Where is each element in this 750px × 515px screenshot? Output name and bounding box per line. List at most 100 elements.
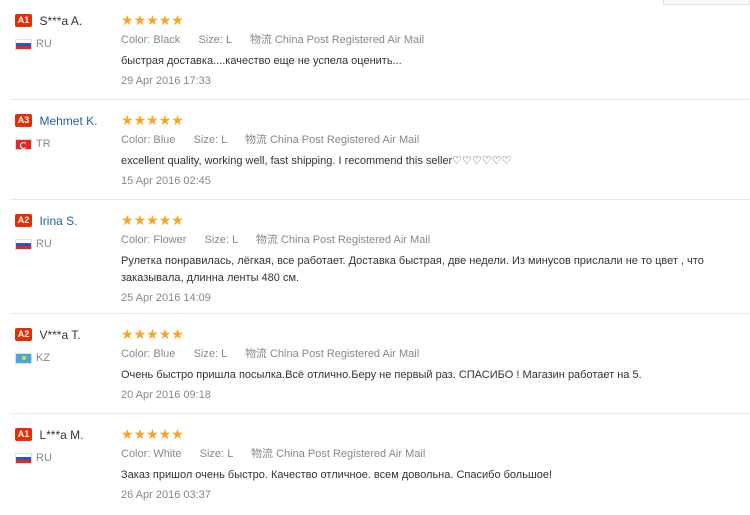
star-rating: ★★★★★: [121, 112, 746, 128]
star-icon: ★: [121, 112, 134, 128]
color-label: Color:: [121, 34, 151, 46]
size-value: L: [221, 134, 227, 146]
review-date: 20 Apr 2016 09:18: [121, 389, 211, 401]
review-text: быстрая доставка....качество еще не успе…: [121, 55, 402, 67]
buyer-level-badge: A2: [15, 214, 32, 228]
review-item: A2 V***a T. KZ ★★★★★ Color: Blue Size: L…: [10, 314, 750, 414]
star-icon: ★: [171, 112, 184, 128]
color-value: Black: [153, 34, 181, 46]
reviewer-info: A1 S***a A. RU: [15, 12, 115, 50]
reviewer-country: RU: [15, 452, 115, 464]
buyer-level-badge: A3: [15, 114, 32, 128]
color-value: Blue: [153, 134, 176, 146]
buyer-level-badge: A1: [15, 428, 32, 442]
star-icon: ★: [121, 212, 134, 228]
color-label: Color:: [121, 134, 151, 146]
size-value: L: [225, 34, 232, 46]
review-content: ★★★★★ Color: Flower Size: L 物流 China Pos…: [121, 212, 746, 304]
star-icon: ★: [158, 212, 172, 228]
color-value: Flower: [153, 234, 187, 246]
reviewer-name: V***a T.: [39, 327, 81, 342]
size-label: Size:: [193, 134, 219, 146]
size-value: L: [227, 448, 233, 460]
review-content: ★★★★★ Color: Blue Size: L 物流 China Post …: [121, 326, 746, 401]
star-rating: ★★★★★: [121, 426, 746, 442]
star-icon: ★: [171, 426, 184, 442]
star-icon: ★: [146, 426, 159, 442]
review-content: ★★★★★ Color: Black Size: L 物流 China Post…: [121, 12, 746, 87]
order-attributes: Color: White Size: L 物流 China Post Regis…: [121, 447, 746, 461]
star-rating: ★★★★★: [121, 12, 746, 28]
order-attributes: Color: Black Size: L 物流 China Post Regis…: [121, 33, 746, 47]
review-item: A2 Irina S. RU ★★★★★ Color: Flower Size:…: [10, 200, 750, 314]
star-icon: ★: [133, 112, 147, 128]
size-label: Size:: [204, 234, 230, 246]
reviewer-country: TR: [15, 138, 115, 150]
color-label: Color:: [121, 234, 151, 246]
star-icon: ★: [133, 326, 147, 342]
review-item: A1 L***a M. RU ★★★★★ Color: White Size: …: [10, 414, 750, 513]
color-label: Color:: [121, 348, 151, 360]
review-item: A3 Mehmet K. TR ★★★★★ Color: Blue Size: …: [10, 100, 750, 200]
feedback-list: A1 S***a A. RU ★★★★★ Color: Black Size: …: [0, 0, 750, 513]
star-icon: ★: [121, 426, 134, 442]
country-flag-icon: [15, 352, 32, 364]
review-text: Заказ пришол очень быстро. Качество отли…: [121, 469, 553, 481]
shipping-method: 物流 China Post Registered Air Mail: [251, 448, 426, 460]
reviewer-country: RU: [15, 238, 115, 250]
reviewer-country: KZ: [15, 352, 115, 364]
star-icon: ★: [171, 12, 184, 28]
star-rating: ★★★★★: [121, 326, 746, 342]
buyer-level-badge: A2: [15, 328, 32, 342]
shipping-method: 物流 China Post Registered Air Mail: [244, 134, 420, 146]
star-icon: ★: [121, 12, 134, 28]
size-label: Size:: [193, 348, 219, 360]
country-flag-icon: [15, 238, 32, 250]
star-icon: ★: [171, 212, 184, 228]
size-label: Size:: [198, 34, 223, 46]
review-content: ★★★★★ Color: Blue Size: L 物流 China Post …: [121, 112, 746, 187]
country-code: RU: [36, 38, 52, 50]
reviewer-info: A1 L***a M. RU: [15, 426, 115, 464]
star-icon: ★: [158, 112, 172, 128]
star-icon: ★: [146, 112, 159, 128]
review-date: 26 Apr 2016 03:37: [121, 489, 211, 501]
order-attributes: Color: Blue Size: L 物流 China Post Regist…: [121, 133, 746, 147]
order-attributes: Color: Blue Size: L 物流 China Post Regist…: [121, 347, 746, 361]
order-attributes: Color: Flower Size: L 物流 China Post Regi…: [121, 233, 746, 247]
reviewer-country: RU: [15, 38, 115, 50]
star-icon: ★: [146, 212, 159, 228]
country-flag-icon: [15, 38, 32, 50]
star-icon: ★: [158, 326, 172, 342]
color-value: Blue: [153, 348, 176, 360]
reviewer-info: A3 Mehmet K. TR: [15, 112, 115, 150]
reviewer-name: S***a A.: [39, 13, 83, 28]
size-value: L: [232, 234, 238, 246]
shipping-method: 物流 China Post Registered Air Mail: [249, 34, 425, 46]
size-value: L: [221, 348, 227, 360]
color-label: Color:: [121, 448, 151, 460]
star-icon: ★: [133, 426, 147, 442]
review-text: excellent quality, working well, fast sh…: [121, 155, 512, 167]
review-text: Рулетка понравилась, лёгкая, все работае…: [121, 255, 704, 284]
country-flag-icon: [15, 452, 32, 464]
country-flag-icon: [15, 138, 32, 150]
star-icon: ★: [158, 426, 172, 442]
reviewer-info: A2 Irina S. RU: [15, 212, 115, 250]
reviewer-name[interactable]: Irina S.: [39, 214, 77, 228]
review-content: ★★★★★ Color: White Size: L 物流 China Post…: [121, 426, 746, 501]
review-date: 15 Apr 2016 02:45: [121, 175, 211, 187]
star-icon: ★: [146, 12, 159, 28]
reviewer-info: A2 V***a T. KZ: [15, 326, 115, 364]
star-icon: ★: [146, 326, 159, 342]
size-label: Size:: [199, 448, 225, 460]
review-item: A1 S***a A. RU ★★★★★ Color: Black Size: …: [10, 0, 750, 100]
country-code: RU: [36, 238, 52, 250]
reviewer-name: L***a M.: [39, 427, 84, 442]
star-icon: ★: [121, 326, 134, 342]
reviewer-name[interactable]: Mehmet K.: [39, 114, 97, 128]
country-code: KZ: [36, 352, 51, 364]
color-value: White: [153, 448, 182, 460]
review-text: Очень быстро пришла посылка.Всё отлично.…: [121, 369, 642, 381]
review-date: 29 Apr 2016 17:33: [121, 75, 211, 87]
